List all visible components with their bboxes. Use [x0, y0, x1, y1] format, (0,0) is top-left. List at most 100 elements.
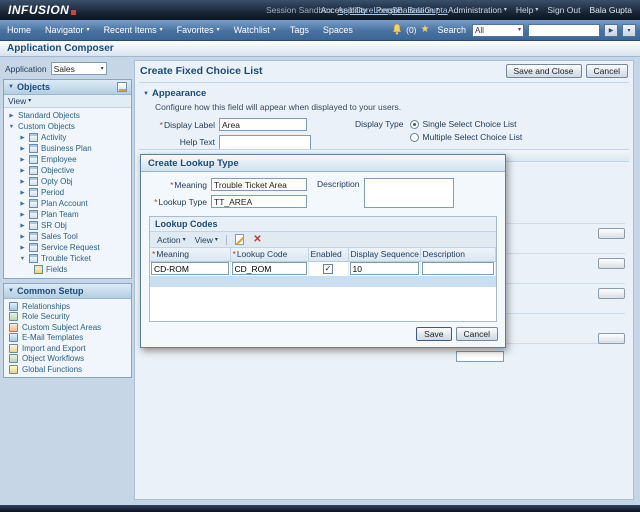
tree-item-employee[interactable]: ▶Employee	[4, 154, 131, 165]
radio-option-single-select[interactable]: Single Select Choice List	[410, 119, 523, 129]
lookup-type-input[interactable]	[211, 195, 307, 208]
appearance-section-header[interactable]: ▼ Appearance	[135, 86, 633, 101]
administration-menu[interactable]: Administration▾	[448, 5, 507, 15]
menu-navigator[interactable]: Navigator▾	[38, 20, 97, 40]
section-action-button[interactable]	[598, 228, 625, 239]
expand-icon[interactable]: ▶	[8, 113, 15, 119]
tree-item-fields[interactable]: Fields	[4, 264, 131, 275]
menubar-more-button[interactable]: ▾	[622, 24, 636, 37]
tree-item-plan-team[interactable]: ▶Plan Team	[4, 209, 131, 220]
expand-icon[interactable]: ▶	[19, 201, 26, 207]
expand-icon[interactable]: ▶	[19, 146, 26, 152]
required-indicator: *	[154, 197, 157, 207]
tree-item-period[interactable]: ▶Period	[4, 187, 131, 198]
expand-icon[interactable]: ▶	[19, 168, 26, 174]
dialog-save-button[interactable]: Save	[416, 327, 451, 341]
display-label-input[interactable]	[219, 118, 307, 131]
sidebar-item-custom-subject-areas[interactable]: Custom Subject Areas	[4, 322, 131, 333]
menu-home[interactable]: Home	[0, 20, 38, 40]
dialog-title-bar[interactable]: Create Lookup Type	[141, 155, 505, 172]
application-select[interactable]: Sales▾	[51, 62, 107, 75]
tree-item-trouble-ticket[interactable]: ▼ Trouble Ticket	[4, 253, 131, 264]
radio-selected-icon[interactable]	[410, 120, 419, 129]
delete-row-button[interactable]: ✕	[250, 233, 265, 246]
menu-spaces[interactable]: Spaces	[316, 20, 360, 40]
tree-item-opty-obj[interactable]: ▶Opty Obj	[4, 176, 131, 187]
notification-count[interactable]: (0)	[406, 25, 416, 35]
row-display-sequence-input[interactable]	[350, 262, 419, 275]
tree-item-standard-objects[interactable]: ▶Standard Objects	[4, 110, 131, 121]
menu-recent-items[interactable]: Recent Items▾	[97, 20, 170, 40]
bell-icon[interactable]	[392, 24, 402, 37]
section-action-button[interactable]	[598, 288, 625, 299]
expand-icon[interactable]: ▶	[19, 190, 26, 196]
expand-icon[interactable]: ▶	[19, 135, 26, 141]
row-lookup-code-input[interactable]	[232, 262, 307, 275]
tree-item-objective[interactable]: ▶Objective	[4, 165, 131, 176]
dialog-cancel-button[interactable]: Cancel	[456, 327, 498, 341]
tree-item-business-plan[interactable]: ▶Business Plan	[4, 143, 131, 154]
collapse-icon[interactable]: ▼	[8, 124, 15, 130]
help-menu[interactable]: Help▾	[516, 5, 539, 15]
selected-empty-row[interactable]	[150, 276, 496, 287]
object-icon	[29, 210, 38, 219]
menu-watchlist[interactable]: Watchlist▾	[227, 20, 283, 40]
meaning-input[interactable]	[211, 178, 307, 191]
sidebar-item-role-security[interactable]: Role Security	[4, 312, 131, 323]
sidebar-item-global-functions[interactable]: Global Functions	[4, 364, 131, 375]
disclosure-icon[interactable]: ▼	[143, 91, 149, 97]
row-description-input[interactable]	[422, 262, 495, 275]
row-meaning-input[interactable]	[151, 262, 229, 275]
star-icon[interactable]: ★	[421, 25, 430, 35]
section-action-button[interactable]	[598, 333, 625, 344]
expand-icon[interactable]: ▶	[19, 234, 26, 240]
sidebar-item-object-workflows[interactable]: Object Workflows	[4, 354, 131, 365]
menu-favorites[interactable]: Favorites▾	[170, 20, 227, 40]
tree-item-service-request[interactable]: ▶Service Request	[4, 242, 131, 253]
background-field[interactable]	[456, 351, 504, 362]
disclosure-icon[interactable]: ▼	[8, 84, 14, 90]
sidebar-item-label: Relationships	[22, 302, 70, 311]
sign-out-link[interactable]: Sign Out	[547, 5, 580, 15]
create-row-button[interactable]	[232, 233, 247, 246]
sidebar-item-import-and-export[interactable]: Import and Export	[4, 343, 131, 354]
sidebar-item-email-templates[interactable]: E-Mail Templates	[4, 333, 131, 344]
expand-icon[interactable]: ▶	[19, 245, 26, 251]
search-go-button[interactable]: ▶	[604, 24, 618, 37]
session-sandbox-link[interactable]: AppICoreLong$B_BalaGupta	[338, 5, 448, 15]
lookup-codes-toolbar: Action▾ View▾ ✕	[150, 232, 496, 248]
view-menu[interactable]: View▾	[192, 234, 221, 246]
tree-item-label: Trouble Ticket	[41, 254, 91, 263]
expand-icon[interactable]: ▶	[19, 157, 26, 163]
collapse-icon[interactable]: ▼	[19, 256, 26, 262]
disclosure-icon[interactable]: ▼	[8, 288, 14, 294]
search-input[interactable]	[528, 24, 600, 37]
radio-option-multiple-select[interactable]: Multiple Select Choice List	[410, 132, 523, 142]
common-setup-header[interactable]: ▼ Common Setup	[4, 284, 131, 299]
view-menu[interactable]: View	[8, 96, 26, 106]
radio-unselected-icon[interactable]	[410, 133, 419, 142]
expand-icon[interactable]: ▶	[19, 179, 26, 185]
tree-item-sr-obj[interactable]: ▶SR Obj	[4, 220, 131, 231]
enabled-checkbox[interactable]: ✓	[323, 264, 333, 274]
section-action-button[interactable]	[598, 258, 625, 269]
tree-item-custom-objects[interactable]: ▼Custom Objects	[4, 121, 131, 132]
column-header-display-sequence: Display Sequence	[348, 248, 420, 261]
expand-icon[interactable]: ▶	[19, 223, 26, 229]
lookup-type-label: *Lookup Type	[149, 195, 207, 207]
search-scope-select[interactable]: All▾	[472, 24, 524, 37]
menu-tags[interactable]: Tags	[283, 20, 316, 40]
expand-icon[interactable]: ▶	[19, 212, 26, 218]
tree-item-activity[interactable]: ▶Activity	[4, 132, 131, 143]
description-textarea[interactable]	[364, 178, 454, 208]
edit-page-icon[interactable]	[117, 82, 127, 92]
sidebar-item-relationships[interactable]: Relationships	[4, 301, 131, 312]
lookup-codes-box: Lookup Codes Action▾ View▾ ✕ *Meaning *L…	[149, 216, 497, 322]
tree-item-sales-tool[interactable]: ▶Sales Tool	[4, 231, 131, 242]
dialog-title: Create Lookup Type	[148, 158, 239, 169]
cancel-button[interactable]: Cancel	[586, 64, 628, 78]
tree-item-plan-account[interactable]: ▶Plan Account	[4, 198, 131, 209]
action-menu[interactable]: Action▾	[154, 234, 189, 246]
save-and-close-button[interactable]: Save and Close	[506, 64, 582, 78]
objects-panel-header[interactable]: ▼ Objects	[4, 80, 131, 95]
